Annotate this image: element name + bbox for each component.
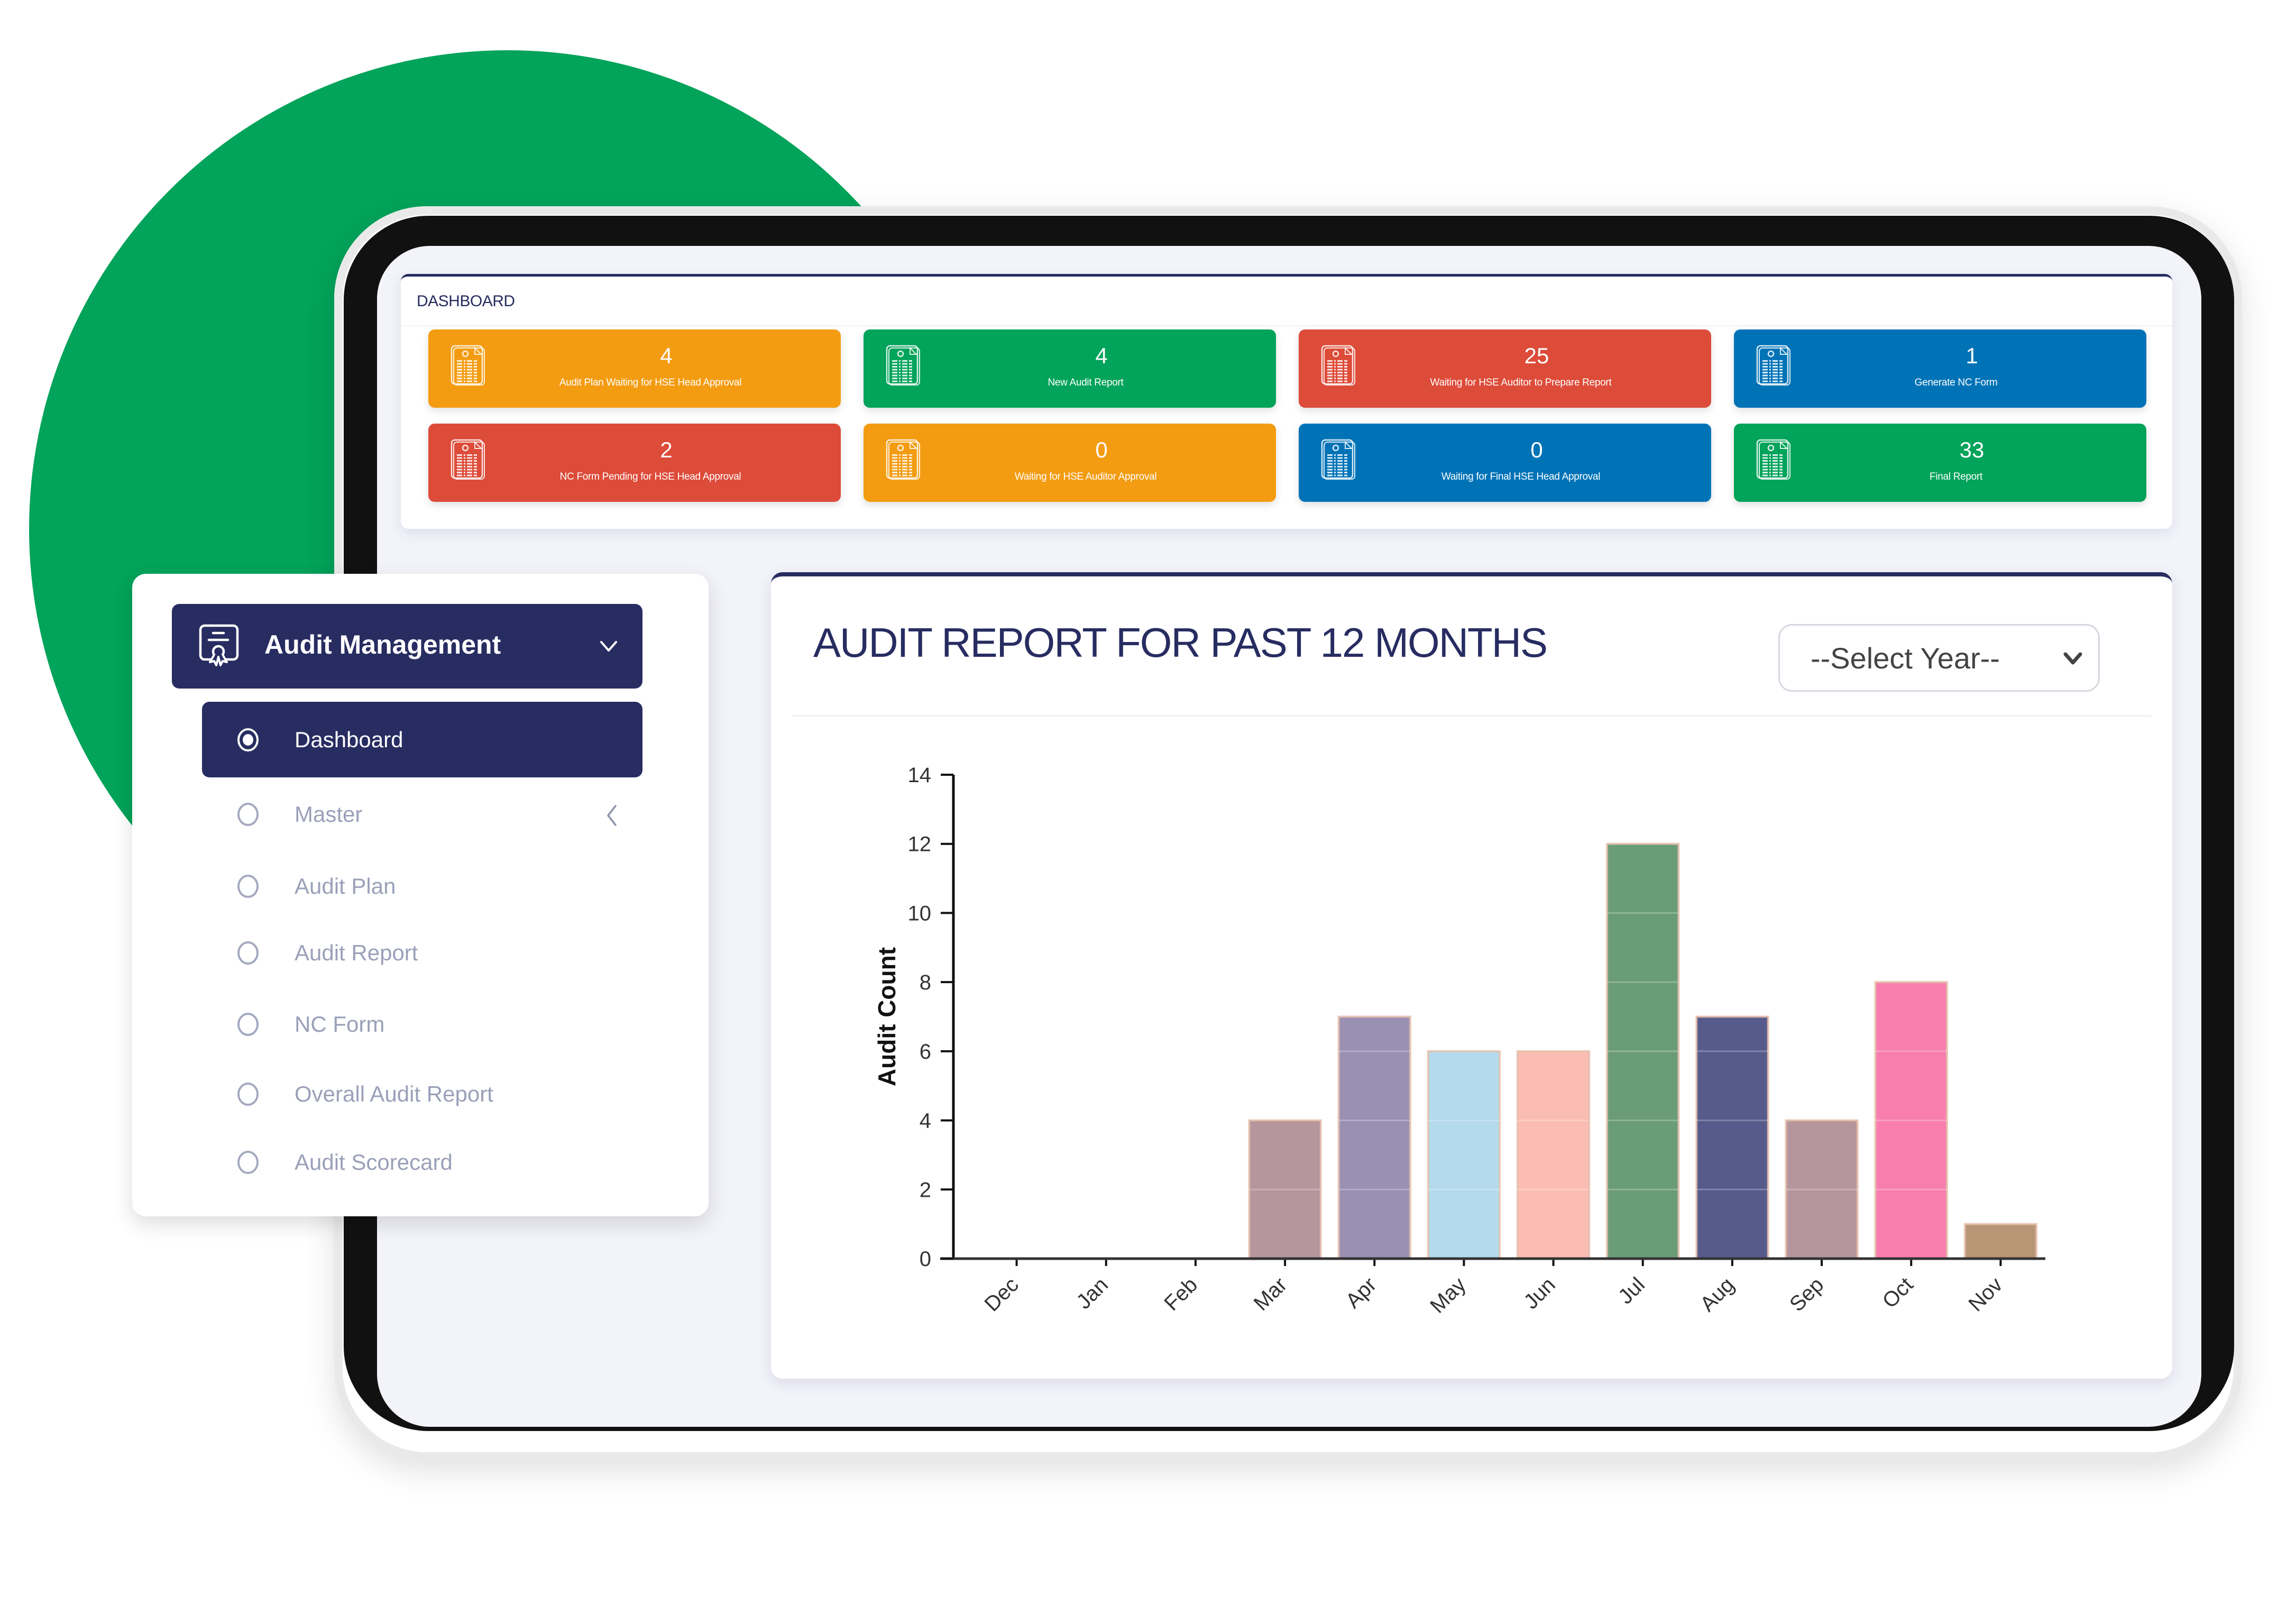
sidebar-group-title: Audit Management [264,630,501,659]
radio-empty-icon [237,941,259,965]
report-document-icon [451,439,485,480]
audit-count-bar-chart: Dec Jan Feb Mar Apr May Jun Jul Aug Sep Oct Nov 0 2 4 6… [873,764,2045,1318]
stat-tile-final-report[interactable]: 33 Final Report [1734,424,2146,502]
sidebar-item-dashboard[interactable]: Dashboard [202,702,642,777]
y-tick-label: 10 [908,902,932,925]
sidebar-group-audit-management[interactable]: Audit Management [172,604,642,689]
report-document-icon [1321,439,1355,480]
stat-tile-nc-form-pending[interactable]: 2 NC Form Pending for HSE Head Approval [428,424,841,502]
report-document-icon [886,345,920,386]
stat-tile-waiting-auditor-prepare[interactable]: 25 Waiting for HSE Auditor to Prepare Re… [1299,329,1711,408]
x-tick-label: Mar [1250,1273,1292,1315]
y-tick-label: 6 [920,1040,931,1063]
y-tick-label: 8 [920,971,931,994]
audit-chart-card: AUDIT REPORT FOR PAST 12 MONTHS --Select… [771,572,2172,1379]
y-tick-label: 14 [908,764,932,787]
stat-label: Waiting for HSE Auditor Approval [1014,471,1157,482]
radio-selected-icon [237,728,259,751]
report-document-icon [886,439,920,480]
radio-empty-icon [237,1082,259,1106]
x-tick-label: May [1426,1273,1471,1318]
sidebar-item-label: Audit Report [295,940,418,965]
x-tick-label: Dec [980,1273,1023,1316]
y-axis-label: Audit Count [873,947,901,1086]
radio-empty-icon [237,1012,259,1036]
sidebar-item-audit-plan[interactable]: Audit Plan [202,848,642,924]
sidebar-item-label: NC Form [295,1011,385,1037]
x-tick-label: Jan [1072,1273,1113,1314]
sidebar-item-audit-scorecard[interactable]: Audit Scorecard [202,1124,642,1200]
report-document-icon [1756,345,1790,386]
sidebar-menu: Audit Management Dashboard Master Audit … [132,574,709,1216]
bar-apr [1337,1015,1411,1260]
stat-tiles-grid: 4 Audit Plan Waiting for HSE Head Approv… [428,329,2147,502]
x-tick-label: Oct [1878,1273,1917,1313]
certificate-icon [199,624,239,666]
report-document-icon [1756,439,1790,480]
report-document-icon [451,345,485,386]
x-tick-label: Aug [1696,1273,1739,1316]
stat-label: Waiting for HSE Auditor to Prepare Repor… [1430,377,1612,388]
stat-value: 33 [1959,437,1985,462]
stat-value: 1 [1966,343,1978,368]
bar-nov [1963,1223,2038,1260]
stat-value: 0 [1530,437,1543,462]
sidebar-item-audit-report[interactable]: Audit Report [202,915,642,991]
stat-tile-audit-plan-waiting[interactable]: 4 Audit Plan Waiting for HSE Head Approv… [428,329,841,408]
radio-empty-icon [237,874,259,898]
stat-label: Audit Plan Waiting for HSE Head Approval [559,377,742,388]
stat-value: 0 [1095,437,1108,462]
y-tick-label: 4 [920,1109,931,1133]
bar-aug [1695,1015,1769,1260]
stat-label: NC Form Pending for HSE Head Approval [559,471,741,482]
sidebar-item-label: Audit Scorecard [295,1149,453,1175]
stat-label: Generate NC Form [1914,377,1998,388]
bar-jun [1516,1050,1591,1260]
stat-value: 2 [660,437,673,462]
sidebar-item-label: Dashboard [295,727,403,752]
bar-may [1427,1050,1501,1260]
sidebar-item-label: Audit Plan [295,873,396,898]
stat-tile-new-audit-report[interactable]: 4 New Audit Report [864,329,1276,408]
dashboard-summary-card: DASHBOARD 4 Audit Plan Waiting for HSE H… [401,274,2172,529]
x-tick-label: Sep [1785,1273,1828,1316]
y-tick-label: 2 [920,1178,931,1202]
sidebar-item-overall-audit-report[interactable]: Overall Audit Report [202,1056,642,1132]
sidebar-item-master[interactable]: Master [202,776,642,852]
sidebar-item-label: Overall Audit Report [295,1081,493,1106]
divider [401,325,2172,326]
report-document-icon [1321,345,1355,386]
y-tick-label: 0 [920,1248,931,1271]
sidebar-item-label: Master [295,801,363,827]
dashboard-title: DASHBOARD [417,292,515,310]
chevron-left-icon[interactable] [605,804,619,827]
stat-label: Final Report [1930,471,1982,482]
sidebar-item-nc-form[interactable]: NC Form [202,986,642,1062]
radio-empty-icon [237,1150,259,1174]
x-tick-label: Feb [1160,1273,1202,1315]
x-tick-label: Apr [1341,1273,1381,1313]
stat-value: 4 [1095,343,1108,368]
stat-tile-waiting-final-approval[interactable]: 0 Waiting for Final HSE Head Approval [1299,424,1711,502]
chevron-down-icon[interactable] [599,637,619,656]
x-tick-label: Jul [1614,1273,1649,1308]
stat-tile-generate-nc-form[interactable]: 1 Generate NC Form [1734,329,2146,408]
stat-value: 25 [1524,343,1549,368]
stat-label: Waiting for Final HSE Head Approval [1441,471,1601,482]
x-tick-label: Nov [1964,1273,2007,1316]
stat-label: New Audit Report [1048,377,1124,388]
y-tick-label: 12 [908,833,932,856]
stat-value: 4 [660,343,673,368]
radio-empty-icon [237,802,259,826]
x-tick-label: Jun [1519,1273,1560,1314]
stat-tile-waiting-auditor-approval[interactable]: 0 Waiting for HSE Auditor Approval [864,424,1276,502]
